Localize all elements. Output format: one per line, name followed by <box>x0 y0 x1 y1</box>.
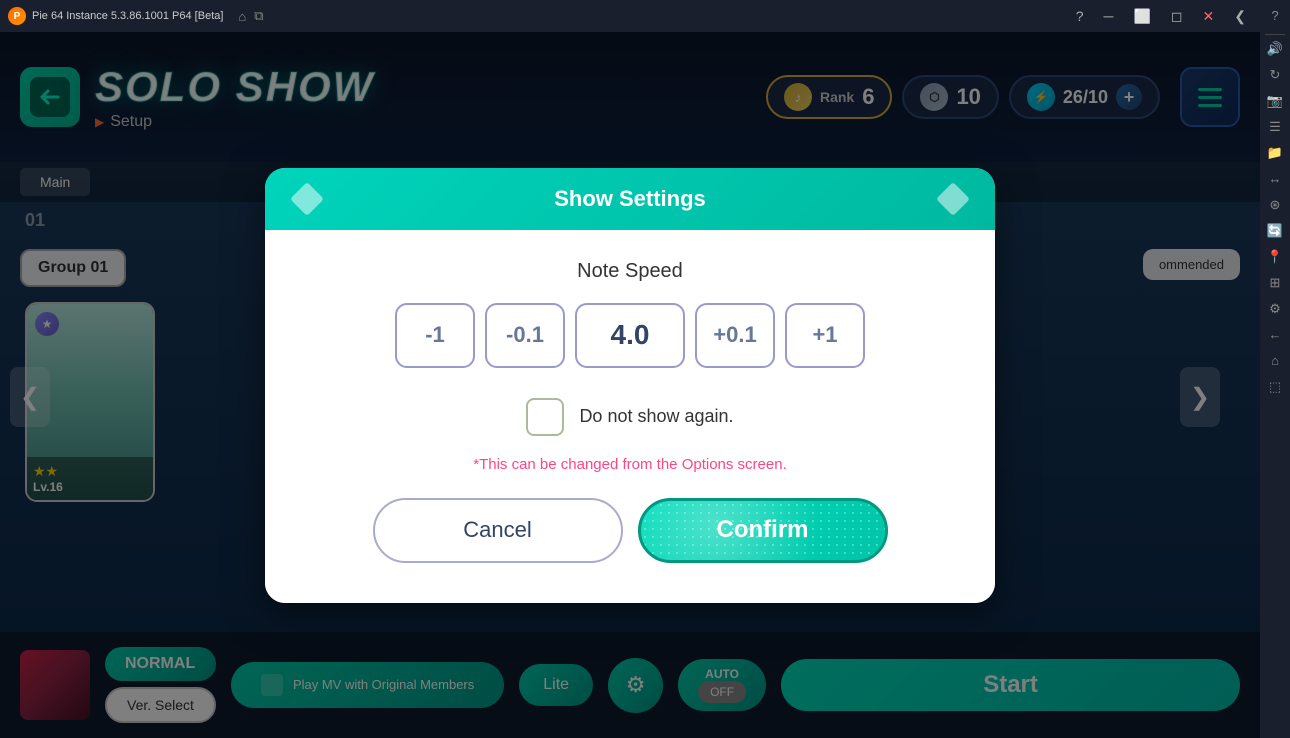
options-hint: *This can be changed from the Options sc… <box>305 456 955 473</box>
sidebar-folder-icon[interactable]: 📁 <box>1265 145 1285 165</box>
diamond-left-icon <box>290 182 324 216</box>
sidebar-separator <box>1265 34 1285 35</box>
show-settings-modal: Show Settings Note Speed -1 -0.1 4.0 +0.… <box>265 168 995 603</box>
modal-footer: Cancel Confirm <box>305 498 955 573</box>
sidebar-back-icon[interactable]: ← <box>1265 327 1285 347</box>
titlebar: P Pie 64 Instance 5.3.86.1001 P64 [Beta]… <box>0 0 1260 32</box>
confirm-button[interactable]: Confirm <box>638 498 888 563</box>
app-title: Pie 64 Instance 5.3.86.1001 P64 [Beta] <box>32 10 223 22</box>
sidebar-task-icon[interactable]: ☰ <box>1265 119 1285 139</box>
sidebar-home-icon[interactable]: ⌂ <box>1265 353 1285 373</box>
sidebar-square-icon[interactable]: ⬚ <box>1265 379 1285 399</box>
home-icon[interactable]: ⌂ <box>238 9 246 24</box>
sidebar-grid-icon[interactable]: ⊞ <box>1265 275 1285 295</box>
close-btn[interactable]: ✕ <box>1197 8 1221 25</box>
sidebar-rotate-icon[interactable]: ↻ <box>1265 67 1285 87</box>
minimize-btn[interactable]: ─ <box>1098 8 1120 24</box>
help-btn[interactable]: ? <box>1070 8 1090 24</box>
sidebar-location-icon[interactable]: 📍 <box>1265 249 1285 269</box>
window-controls: ? ─ ⬜ ◻ ✕ ❮ <box>1070 8 1252 25</box>
sidebar-settings-icon[interactable]: ⚙ <box>1265 301 1285 321</box>
screen-icon[interactable]: ⧉ <box>254 8 263 24</box>
restore-btn[interactable]: ⬜ <box>1127 8 1156 25</box>
sidebar-volume-icon[interactable]: 🔊 <box>1265 41 1285 61</box>
speed-controls: -1 -0.1 4.0 +0.1 +1 <box>305 303 955 368</box>
sidebar-scale-icon[interactable]: ↔ <box>1265 171 1285 191</box>
sidebar-layers-icon[interactable]: ⊛ <box>1265 197 1285 217</box>
do-not-show-checkbox[interactable] <box>526 398 564 436</box>
modal-header: Show Settings <box>265 168 995 230</box>
modal-title: Show Settings <box>554 186 706 212</box>
note-speed-label: Note Speed <box>305 260 955 283</box>
checkbox-row: Do not show again. <box>305 398 955 436</box>
sidebar-help-icon[interactable]: ? <box>1265 8 1285 28</box>
plus-01-button[interactable]: +0.1 <box>695 303 775 368</box>
app-icon: P <box>8 7 26 25</box>
minus-01-button[interactable]: -0.1 <box>485 303 565 368</box>
modal-body: Note Speed -1 -0.1 4.0 +0.1 +1 Do not sh… <box>265 230 995 603</box>
checkbox-label: Do not show again. <box>579 406 733 427</box>
speed-value-display: 4.0 <box>575 303 685 368</box>
cancel-button[interactable]: Cancel <box>373 498 623 563</box>
nav-back-btn[interactable]: ❮ <box>1228 8 1252 25</box>
plus-1-button[interactable]: +1 <box>785 303 865 368</box>
right-sidebar: ? 🔊 ↻ 📷 ☰ 📁 ↔ ⊛ 🔄 📍 ⊞ ⚙ ← ⌂ ⬚ <box>1260 0 1290 738</box>
maximize-btn[interactable]: ◻ <box>1165 8 1189 25</box>
minus-1-button[interactable]: -1 <box>395 303 475 368</box>
diamond-right-icon <box>936 182 970 216</box>
sidebar-screenshot-icon[interactable]: 📷 <box>1265 93 1285 113</box>
sidebar-refresh-icon[interactable]: 🔄 <box>1265 223 1285 243</box>
modal-overlay: Show Settings Note Speed -1 -0.1 4.0 +0.… <box>0 32 1260 738</box>
